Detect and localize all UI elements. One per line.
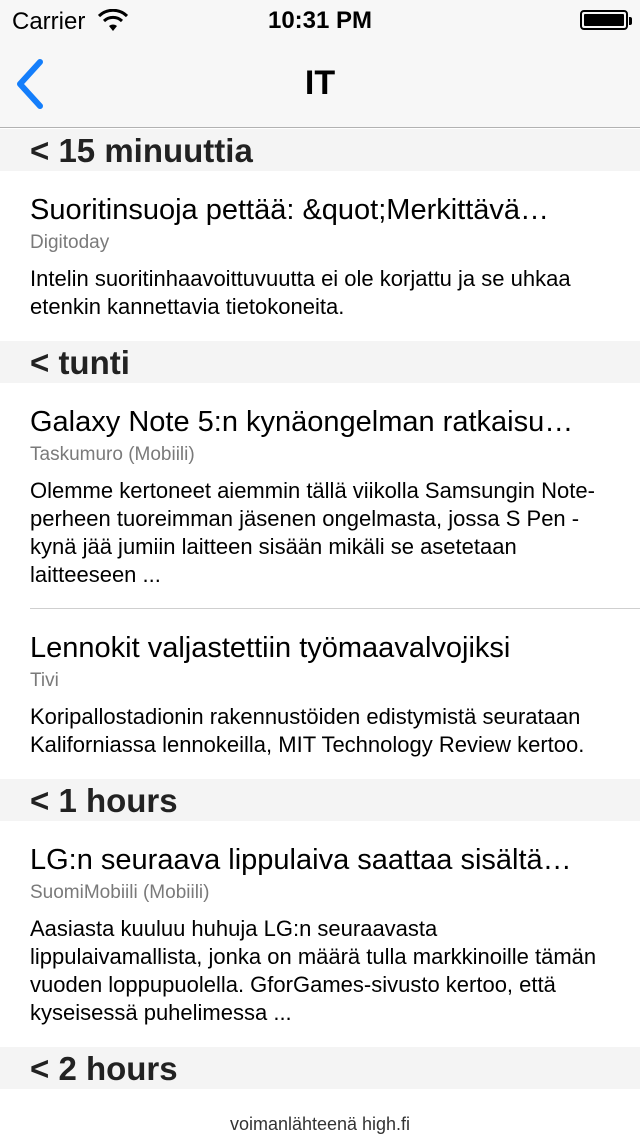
- article-source: Tivi: [30, 670, 59, 691]
- section-header: < 1 hours: [0, 779, 640, 821]
- section-header: < tunti: [0, 341, 640, 383]
- section-header: < 2 hours: [0, 1047, 640, 1089]
- news-list[interactable]: < 15 minuuttia Suoritinsuoja pettää: &qu…: [0, 129, 640, 1112]
- article-item[interactable]: Galaxy Note 5:n kynäongelman ratkaisu… T…: [0, 383, 640, 609]
- footer-credit: voimanlähteenä high.fi: [0, 1112, 640, 1136]
- article-source: Taskumuro (Mobiili): [30, 444, 195, 465]
- status-time: 10:31 PM: [267, 7, 373, 34]
- article-summary: Koripallostadionin rakennustöiden edisty…: [30, 704, 585, 757]
- section-header: < 15 minuuttia: [0, 129, 640, 171]
- article-summary: Intelin suoritinhaavoittuvuutta ei ole k…: [30, 266, 571, 319]
- article-summary: Aasiasta kuuluu huhuja LG:n seuraavasta …: [30, 916, 597, 1025]
- article-item[interactable]: Lennokit valjastettiin työmaavalvojiksi …: [0, 609, 640, 779]
- article-title: Lennokit valjastettiin työmaavalvojiksi: [30, 632, 511, 664]
- article-item[interactable]: LG:n seuraava lippulaiva saattaa sisältä…: [0, 821, 640, 1047]
- battery-icon: [580, 10, 632, 30]
- article-summary: Olemme kertoneet aiemmin tällä viikolla …: [30, 478, 595, 587]
- article-source: Digitoday: [30, 232, 110, 253]
- article-title: Suoritinsuoja pettää: &quot;Merkittävä…: [30, 194, 550, 226]
- page-title: IT: [304, 64, 336, 102]
- navigation-bar: IT: [0, 40, 640, 128]
- article-title: LG:n seuraava lippulaiva saattaa sisältä…: [30, 844, 572, 876]
- article-title: Galaxy Note 5:n kynäongelman ratkaisu…: [30, 406, 574, 438]
- article-source: SuomiMobiili (Mobiili): [30, 882, 210, 903]
- article-item[interactable]: Suoritinsuoja pettää: &quot;Merkittävä… …: [0, 171, 640, 341]
- status-bar: Carrier 10:31 PM: [0, 0, 640, 40]
